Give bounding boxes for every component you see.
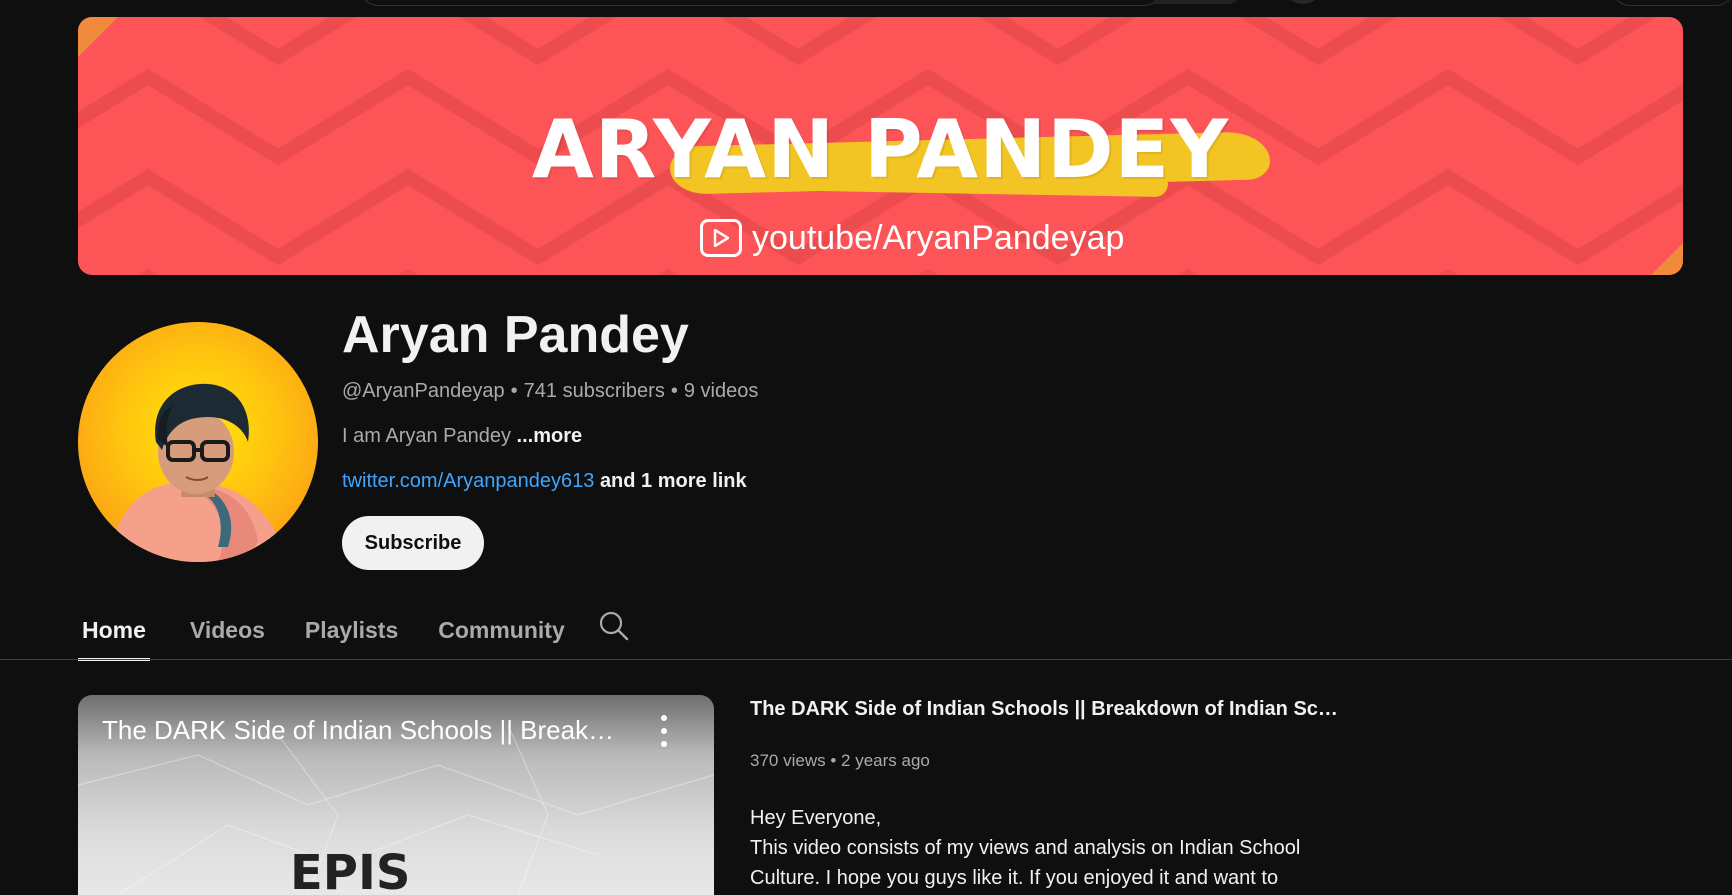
featured-video-player[interactable]: The DARK Side of Indian Schools || Break…: [78, 695, 714, 895]
channel-handle: @AryanPandeyap: [342, 380, 505, 402]
tab-community[interactable]: Community: [438, 600, 565, 660]
description-more-link[interactable]: ...more: [517, 425, 583, 447]
channel-banner: ARYAN PANDEY youtube/AryanPandeyap: [78, 17, 1683, 275]
view-count: 370 views: [750, 751, 826, 770]
video-count: 9 videos: [683, 380, 759, 402]
description-line: This video consists of my views and anal…: [750, 837, 1301, 859]
meta-separator: •: [670, 380, 678, 402]
avatar-person-image: [108, 383, 288, 562]
banner-link: youtube/AryanPandeyap: [700, 213, 1124, 263]
masthead-search-button[interactable]: [1154, 0, 1244, 4]
channel-name: Aryan Pandey: [342, 306, 689, 364]
masthead-right-button[interactable]: [1612, 0, 1732, 6]
channel-avatar[interactable]: [78, 322, 318, 562]
top-bar: [0, 0, 1732, 8]
banner-corner-accent: [78, 17, 118, 57]
more-vert-icon[interactable]: [658, 715, 670, 747]
banner-title: ARYAN PANDEY: [531, 103, 1230, 196]
description-line: Hey Everyone,: [750, 807, 882, 829]
video-overlay-title[interactable]: The DARK Side of Indian Schools || Break…: [102, 715, 622, 746]
meta-separator: •: [510, 380, 518, 402]
tab-playlists[interactable]: Playlists: [305, 600, 398, 660]
description-line: Culture. I hope you guys like it. If you…: [750, 867, 1279, 889]
subscribe-button[interactable]: Subscribe: [342, 516, 484, 570]
tab-home[interactable]: Home: [78, 600, 150, 661]
tabs-divider: [0, 659, 1732, 660]
play-icon: [700, 219, 742, 257]
featured-video-title[interactable]: The DARK Side of Indian Schools || Break…: [750, 698, 1350, 721]
subscriber-count: 741 subscribers: [523, 380, 665, 402]
twitter-link[interactable]: twitter.com/Aryanpandey613: [342, 470, 594, 492]
thumbnail-text: EPIS: [290, 845, 411, 895]
masthead-mic-button[interactable]: [1283, 0, 1323, 4]
more-links-button[interactable]: and 1 more link: [600, 470, 747, 492]
featured-video-stats: 370 views • 2 years ago: [750, 751, 930, 771]
tab-videos[interactable]: Videos: [190, 600, 265, 660]
channel-description[interactable]: I am Aryan Pandey ...more: [342, 425, 582, 448]
stats-separator: •: [830, 751, 837, 770]
channel-meta: @AryanPandeyap • 741 subscribers • 9 videos: [342, 380, 758, 403]
channel-links: twitter.com/Aryanpandey613 and 1 more li…: [342, 470, 747, 493]
description-text: I am Aryan Pandey: [342, 425, 511, 447]
channel-tabs: Home Videos Playlists Community: [78, 600, 605, 661]
banner-corner-accent: [1651, 243, 1683, 275]
masthead-search-box[interactable]: [360, 0, 1162, 6]
banner-link-text: youtube/AryanPandeyap: [752, 218, 1125, 257]
search-icon[interactable]: [596, 608, 632, 644]
upload-age: 2 years ago: [841, 751, 930, 770]
